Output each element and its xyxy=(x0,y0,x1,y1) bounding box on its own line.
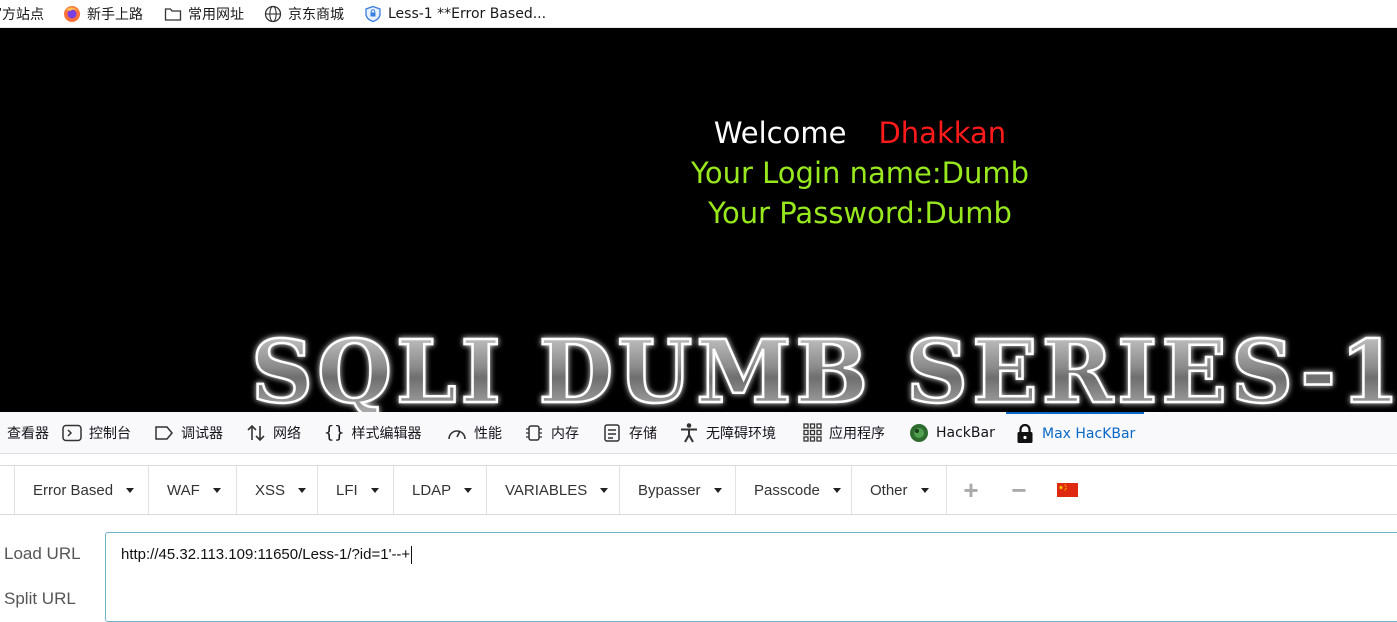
style-editor-icon: {} xyxy=(324,422,345,443)
accessibility-icon xyxy=(679,422,699,444)
url-input-value: http://45.32.113.109:11650/Less-1/?id=1'… xyxy=(121,546,411,563)
tab-label: 网络 xyxy=(273,425,301,442)
hackbar-menu: Error Based WAF XSS LFI LDAP VARIABLES B… xyxy=(0,466,1397,515)
tab-label: 调试器 xyxy=(181,425,223,442)
bookmark-label: 常用网址 xyxy=(188,6,244,23)
add-button[interactable]: + xyxy=(955,466,987,514)
menu-other[interactable]: Other xyxy=(852,466,947,514)
tab-console[interactable]: 控制台 xyxy=(62,412,131,453)
bookmark-label: Less-1 **Error Based... xyxy=(388,5,547,22)
tab-inspector[interactable]: 查看器 xyxy=(0,412,49,453)
bookmark-getting-started[interactable]: 新手上路 xyxy=(63,0,143,27)
chevron-down-icon xyxy=(713,487,722,493)
menu-label: LDAP xyxy=(412,481,452,499)
url-textarea[interactable]: http://45.32.113.109:11650/Less-1/?id=1'… xyxy=(105,532,1397,622)
tab-hackbar[interactable]: HackBar xyxy=(909,412,995,453)
devtools-toolbar: 查看器 控制台 调试器 网络 {} 样式编辑器 性能 内存 存储 无障碍环境 应… xyxy=(0,412,1397,454)
menu-label: Bypasser xyxy=(638,481,701,499)
hackbar-icon xyxy=(909,423,929,443)
menu-variables[interactable]: VARIABLES xyxy=(487,466,620,514)
tab-label: 性能 xyxy=(474,425,502,442)
bookmark-label: 京东商城 xyxy=(288,6,344,23)
password-text: Your Password:Dumb xyxy=(708,196,1012,230)
chevron-down-icon xyxy=(464,487,473,493)
performance-icon xyxy=(447,424,467,442)
split-url-label[interactable]: Split URL xyxy=(4,589,76,609)
memory-icon xyxy=(524,423,544,443)
chevron-down-icon xyxy=(370,487,379,493)
tab-performance[interactable]: 性能 xyxy=(447,412,502,453)
globe-icon xyxy=(264,5,282,23)
menu-label: Error Based xyxy=(33,481,114,499)
login-name-text: Your Login name:Dumb xyxy=(691,156,1029,190)
welcome-line: Welcome Dhakkan xyxy=(0,116,1397,150)
page-viewport: Welcome Dhakkan Your Login name:Dumb Your… xyxy=(0,28,1397,412)
shield-icon xyxy=(364,5,382,23)
tab-storage[interactable]: 存储 xyxy=(602,412,657,453)
folder-icon xyxy=(164,5,182,23)
console-icon xyxy=(62,424,82,442)
tab-label: 样式编辑器 xyxy=(351,425,422,442)
bookmark-label: 官方站点 xyxy=(0,6,44,23)
tab-label: 无障碍环境 xyxy=(706,425,776,442)
storage-icon xyxy=(602,423,622,443)
remove-button[interactable]: − xyxy=(1003,466,1035,514)
menu-bypasser[interactable]: Bypasser xyxy=(620,466,736,514)
tab-label: 控制台 xyxy=(89,425,131,442)
tab-debugger[interactable]: 调试器 xyxy=(154,412,223,453)
bookmark-common-sites[interactable]: 常用网址 xyxy=(164,0,244,27)
panel-spacer xyxy=(0,454,1397,466)
bookmark-less-1[interactable]: Less-1 **Error Based... xyxy=(364,0,546,27)
sqli-dumb-series-banner: SQLI DUMB SERIES-1 xyxy=(250,321,1397,412)
text-cursor xyxy=(411,546,413,565)
menu-ldap[interactable]: LDAP xyxy=(394,466,487,514)
menu-xss[interactable]: XSS xyxy=(237,466,318,514)
chevron-down-icon xyxy=(832,487,841,493)
tab-label: 查看器 xyxy=(7,425,49,442)
tab-label: Max HacKBar xyxy=(1042,425,1136,442)
bookmarks-toolbar: 官方站点 新手上路 常用网址 京东商城 Less-1 **Error Based… xyxy=(0,0,1397,28)
language-flag-button[interactable] xyxy=(1055,466,1079,514)
chevron-down-icon xyxy=(920,487,929,493)
tab-accessibility[interactable]: 无障碍环境 xyxy=(679,412,776,453)
china-flag-icon xyxy=(1056,483,1078,497)
chevron-down-icon xyxy=(212,487,221,493)
tab-application[interactable]: 应用程序 xyxy=(803,412,885,453)
menu-error-based[interactable]: Error Based xyxy=(14,466,149,514)
chevron-down-icon xyxy=(298,487,307,493)
tab-label: HackBar xyxy=(936,424,995,441)
menu-lfi[interactable]: LFI xyxy=(318,466,394,514)
menu-label: WAF xyxy=(167,481,200,499)
banner-text: SQLI DUMB SERIES-1 xyxy=(251,322,1397,412)
bookmark-label: 新手上路 xyxy=(87,6,143,23)
tab-label: 内存 xyxy=(551,425,579,442)
welcome-text: Welcome xyxy=(713,116,847,150)
load-url-label[interactable]: Load URL xyxy=(4,544,81,564)
chevron-down-icon xyxy=(600,487,609,493)
tab-label: 应用程序 xyxy=(829,425,885,442)
user-name-text: Dhakkan xyxy=(878,116,1007,150)
hackbar-url-area: Load URL Split URL http://45.32.113.109:… xyxy=(0,515,1397,622)
bookmark-jd-mall[interactable]: 京东商城 xyxy=(264,0,344,27)
tab-style-editor[interactable]: {} 样式编辑器 xyxy=(324,412,421,453)
chevron-down-icon xyxy=(126,487,135,493)
menu-label: Passcode xyxy=(754,481,820,499)
bookmark-official-site[interactable]: 官方站点 xyxy=(0,0,44,27)
tab-network[interactable]: 网络 xyxy=(246,412,301,453)
menu-passcode[interactable]: Passcode xyxy=(736,466,852,514)
tab-label: 存储 xyxy=(629,425,657,442)
menu-label: VARIABLES xyxy=(505,481,588,499)
tab-max-hackbar[interactable]: Max HacKBar xyxy=(1006,412,1145,453)
network-icon xyxy=(246,423,266,443)
application-icon xyxy=(803,423,822,442)
menu-label: XSS xyxy=(255,481,286,499)
firefox-logo-icon xyxy=(63,5,81,23)
tab-memory[interactable]: 内存 xyxy=(524,412,579,453)
menu-waf[interactable]: WAF xyxy=(149,466,237,514)
menu-label: LFI xyxy=(336,481,358,499)
debugger-icon xyxy=(154,425,174,441)
menu-label: Other xyxy=(870,481,908,499)
lock-icon xyxy=(1015,423,1035,444)
